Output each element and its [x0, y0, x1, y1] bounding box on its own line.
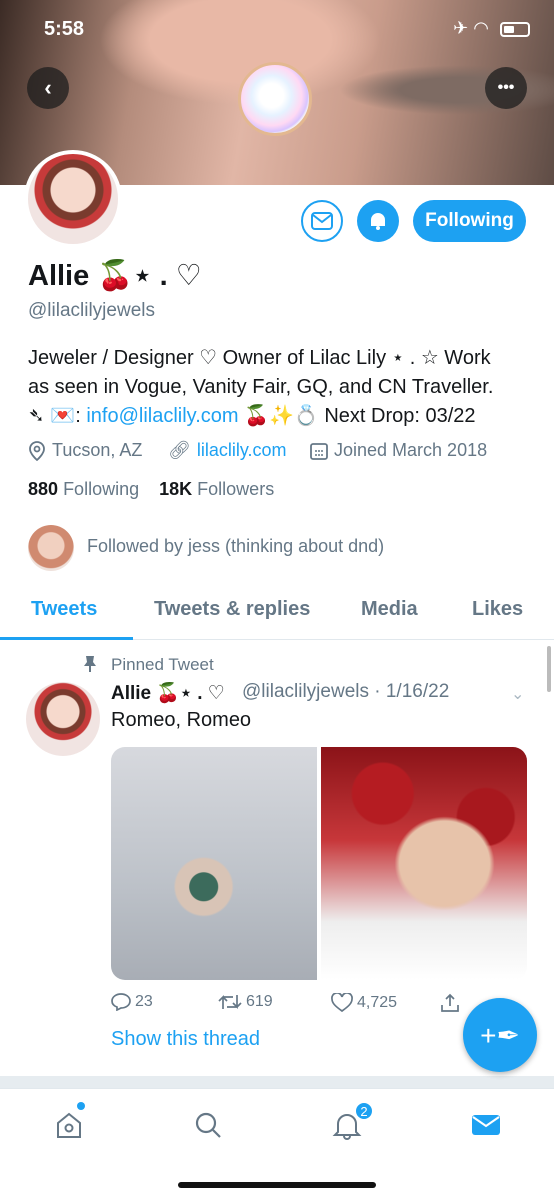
website[interactable]: 🔗︎ lilaclily.com — [168, 440, 287, 461]
follow-counts: 880 Following 18K Followers — [28, 479, 274, 500]
bio-suffix: 🍒✨💍 Next Drop: 03/22 — [238, 405, 476, 427]
bio-email-link[interactable]: info@lilaclily.com — [86, 405, 238, 427]
notifications-badge: 2 — [354, 1101, 374, 1121]
envelope-icon — [472, 1115, 500, 1135]
search-icon — [195, 1112, 221, 1138]
retweet-count: 619 — [246, 993, 273, 1010]
profile-name: Allie 🍒⋆ . ♡ — [28, 260, 202, 292]
following-button[interactable]: Following — [413, 200, 526, 242]
ellipsis-icon: ••• — [497, 79, 515, 96]
profile-tabs: Tweets Tweets & replies Media Likes — [0, 588, 554, 640]
banner-ring-gem — [238, 62, 312, 136]
following-label: Following — [63, 479, 140, 499]
pinned-label: Pinned Tweet — [111, 655, 214, 674]
tab-tweets-replies[interactable]: Tweets & replies — [154, 598, 310, 621]
share-icon — [441, 993, 459, 1012]
home-indicator[interactable] — [178, 1182, 376, 1188]
joined-date: Joined March 2018 — [310, 440, 487, 461]
location-pin-icon — [29, 440, 45, 461]
location-text: Tucson, AZ — [52, 440, 143, 460]
retweet-button[interactable]: 619 — [218, 993, 273, 1011]
tweet-text: Romeo, Romeo — [111, 709, 252, 731]
link-icon: 🔗︎ — [168, 440, 191, 460]
followed-by-text[interactable]: Followed by jess (thinking about dnd) — [87, 536, 384, 557]
tab-media[interactable]: Media — [361, 598, 418, 621]
tweet-image-hand-roses[interactable] — [321, 747, 527, 980]
following-count-link[interactable]: 880 Following — [28, 479, 139, 499]
home-unread-dot — [77, 1102, 85, 1110]
location: Tucson, AZ — [28, 440, 142, 461]
like-button[interactable]: 4,725 — [331, 993, 397, 1013]
followers-count-link[interactable]: 18K Followers — [159, 479, 274, 499]
scrollbar[interactable] — [547, 646, 551, 692]
pin-icon — [84, 656, 96, 672]
compose-tweet-button[interactable]: +✒ — [463, 998, 537, 1072]
profile-bio: Jeweler / Designer ♡ Owner of Lilac Lily… — [28, 344, 538, 431]
tweet-image-ring[interactable] — [111, 747, 317, 980]
reply-button[interactable]: 23 — [111, 993, 153, 1011]
reply-count: 23 — [135, 993, 153, 1010]
heart-icon — [331, 993, 353, 1013]
airplane-icon: ✈ — [453, 18, 469, 38]
following-count: 880 — [28, 479, 59, 499]
notifications-toggle-button[interactable] — [357, 200, 399, 242]
profile-handle: @lilaclilyjewels — [28, 300, 155, 321]
tweet-handle-date: @lilaclilyjewels · 1/16/22 — [242, 681, 450, 702]
like-count: 4,725 — [357, 994, 398, 1011]
profile-avatar[interactable] — [24, 150, 122, 248]
tweet-separator — [0, 1076, 554, 1088]
more-button[interactable]: ••• — [485, 67, 527, 109]
chevron-left-icon: ‹ — [44, 75, 52, 100]
bell-check-icon — [371, 213, 385, 230]
joined-text: Joined March 2018 — [334, 440, 488, 460]
active-tab-indicator — [0, 637, 133, 640]
bio-line-1: Jeweler / Designer ♡ Owner of Lilac Lily… — [28, 347, 491, 369]
back-button[interactable]: ‹ — [27, 67, 69, 109]
tweet-author-name[interactable]: Allie 🍒⋆ . ♡ — [111, 681, 225, 705]
website-link[interactable]: lilaclily.com — [197, 440, 287, 461]
envelope-icon — [311, 212, 333, 230]
reply-icon — [111, 993, 131, 1011]
nav-home[interactable] — [49, 1105, 89, 1145]
nav-search[interactable] — [188, 1105, 228, 1145]
followers-label: Followers — [197, 479, 275, 499]
retweet-icon — [218, 994, 242, 1010]
nav-messages[interactable] — [466, 1105, 506, 1145]
tab-tweets[interactable]: Tweets — [31, 598, 97, 621]
share-button[interactable] — [440, 993, 460, 1013]
bio-prefix: ➴ 💌: — [28, 405, 87, 427]
battery-icon — [500, 21, 530, 37]
bio-line-3: ➴ 💌: info@lilaclily.com 🍒✨💍 Next Drop: 0… — [28, 402, 538, 431]
status-icons: ✈ ◠ — [453, 18, 530, 39]
tab-likes[interactable]: Likes — [472, 598, 523, 621]
calendar-icon — [310, 442, 328, 460]
bio-line-2: as seen in Vogue, Vanity Fair, GQ, and C… — [28, 376, 494, 398]
chevron-down-icon[interactable]: ⌄ — [511, 684, 524, 704]
show-thread-link[interactable]: Show this thread — [111, 1028, 260, 1051]
wifi-icon: ◠ — [473, 18, 489, 38]
follower-avatar[interactable] — [28, 525, 74, 571]
followers-count: 18K — [159, 479, 193, 499]
compose-feather-icon: +✒ — [480, 1019, 520, 1051]
home-icon — [57, 1112, 81, 1138]
tweet-avatar[interactable] — [26, 682, 100, 756]
message-button[interactable] — [301, 200, 343, 242]
status-time: 5:58 — [44, 18, 85, 40]
